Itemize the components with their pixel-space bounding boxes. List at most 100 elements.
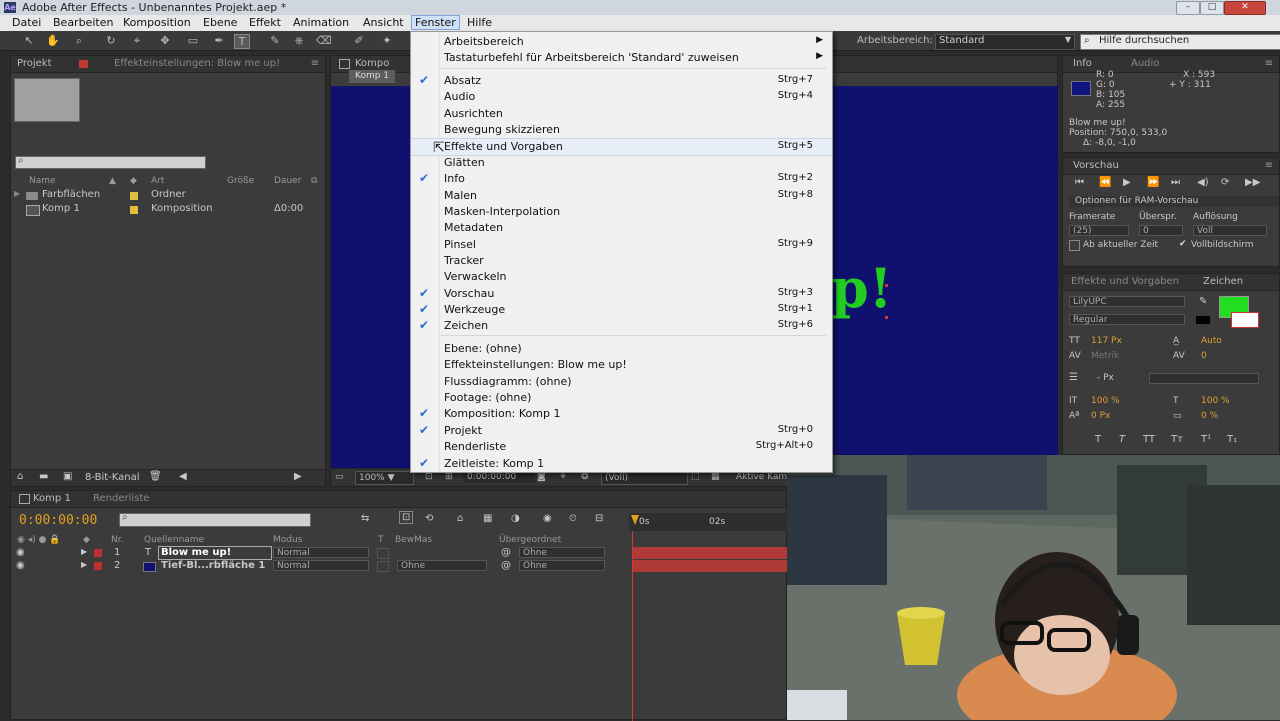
menu-item[interactable]: Flussdiagramm: (ohne) [411, 374, 832, 390]
zoom-select[interactable]: 100% ▼ [355, 471, 414, 485]
rotate-tool-icon[interactable]: ↻ [104, 34, 118, 47]
selection-tool-icon[interactable]: ↖ [22, 34, 36, 47]
sort-icon[interactable]: ▲ [109, 176, 116, 186]
expand-triangle-icon[interactable]: ▶ [81, 547, 87, 556]
menu-item[interactable]: Footage: (ohne) [411, 390, 832, 406]
menu-item[interactable]: Audio Strg+4 [411, 89, 832, 105]
preserve-transparency-checkbox[interactable] [377, 548, 389, 559]
col-type[interactable]: Art [151, 176, 164, 186]
superscript-button[interactable]: T¹ [1201, 434, 1211, 445]
tab-render-queue[interactable]: Renderliste [93, 493, 149, 504]
hide-shy-layers-icon[interactable]: ⌂ [457, 513, 463, 524]
motion-blur-icon[interactable]: ◑ [511, 513, 520, 524]
frame-blending-icon[interactable]: ▦ [483, 513, 492, 524]
resolution-preview-select[interactable]: Voll [1193, 225, 1267, 236]
kerning-value[interactable]: Metrik [1091, 351, 1119, 361]
audio-icon[interactable]: ◀) [1197, 177, 1209, 188]
framerate-select[interactable]: (25) [1069, 225, 1129, 236]
menu-item[interactable]: ✔ Absatz Strg+7 [411, 73, 832, 89]
live-update-icon[interactable]: ⊡ [399, 511, 414, 524]
comp-sub-tab[interactable]: Komp 1 [349, 70, 396, 83]
menu-effekt[interactable]: Effekt [249, 16, 281, 29]
horizontal-scale-value[interactable]: 100 % [1201, 396, 1230, 406]
timeline-search-input[interactable]: ⌕ [119, 512, 311, 527]
menu-datei[interactable]: Datei [12, 16, 41, 29]
zoom-tool-icon[interactable]: ⌕ [72, 34, 86, 47]
font-family-select[interactable]: LilyUPC [1069, 296, 1185, 307]
play-icon[interactable]: ▶ [1123, 177, 1131, 188]
menu-fenster[interactable]: Fenster [411, 15, 460, 30]
pen-tool-icon[interactable]: ✒ [212, 34, 226, 47]
panel-menu-icon[interactable]: ≡ [1265, 160, 1273, 171]
always-preview-icon[interactable]: ▭ [335, 471, 344, 483]
panel-menu-icon[interactable]: ≡ [1265, 58, 1273, 69]
tab-effect-controls[interactable]: Effekteinstellungen: Blow me up! [114, 58, 280, 69]
fullscreen-checkbox[interactable]: ✔ [1179, 239, 1187, 249]
layer-name[interactable]: Tief-Bl...rbfläche 1 [161, 560, 265, 571]
list-item[interactable]: ▶ Farbflächen Ordner [11, 189, 325, 203]
lock-icon[interactable] [339, 59, 350, 69]
comp-mini-flowchart-icon[interactable]: ⇆ [361, 513, 369, 524]
menu-komposition[interactable]: Komposition [123, 16, 191, 29]
label-color-swatch[interactable] [130, 206, 138, 214]
col-size[interactable]: Größe [227, 176, 254, 186]
trash-icon[interactable]: 🗑 [149, 471, 162, 482]
tab-timeline-comp[interactable]: Komp 1 [33, 493, 71, 504]
layer-mode-select[interactable]: Normal [273, 547, 369, 558]
col-layer-number[interactable]: Nr. [111, 535, 123, 545]
stroke-color-swatch[interactable] [1231, 312, 1259, 328]
preserve-transparency-checkbox[interactable] [377, 561, 389, 572]
label-column-icon[interactable]: ◆ [130, 176, 137, 186]
menu-item[interactable]: ✔ Vorschau Strg+3 [411, 286, 832, 302]
menu-item[interactable]: ✔ Werkzeuge Strg+1 [411, 302, 832, 318]
table-row[interactable]: ◉ ▶ 1 T Blow me up! Normal @ Ohne [11, 546, 629, 560]
menu-item[interactable]: Metadaten [411, 220, 832, 236]
font-size-value[interactable]: 117 Px [1091, 336, 1122, 346]
label-color-swatch[interactable] [130, 192, 138, 200]
new-comp-icon[interactable]: ▣ [63, 471, 72, 482]
menu-ebene[interactable]: Ebene [203, 16, 237, 29]
vertical-scale-value[interactable]: 100 % [1091, 396, 1120, 406]
menu-item[interactable]: Effekteinstellungen: Blow me up! [411, 357, 832, 373]
faux-bold-button[interactable]: T [1095, 434, 1101, 445]
last-frame-icon[interactable]: ⏭ [1171, 177, 1180, 188]
table-row[interactable]: ◉ ▶ 2 Tief-Bl...rbfläche 1 Normal Ohne @… [11, 560, 629, 573]
tab-audio[interactable]: Audio [1131, 58, 1159, 69]
from-current-checkbox[interactable] [1069, 240, 1080, 251]
panel-menu-icon[interactable]: ≡ [311, 58, 319, 69]
menu-item[interactable]: Bewegung skizzieren [411, 122, 832, 138]
clone-stamp-tool-icon[interactable]: ⎈ [292, 34, 306, 47]
scroll-right-icon[interactable]: ▶ [294, 471, 302, 482]
first-frame-icon[interactable]: ⏮ [1075, 177, 1084, 188]
brainstorm-icon[interactable]: ◉ [543, 513, 552, 524]
col-name[interactable]: Name [29, 176, 56, 186]
menu-item[interactable]: ✔ Info Strg+2 [411, 171, 832, 187]
project-search-input[interactable]: ⌕ [15, 155, 206, 169]
stroke-width-value[interactable]: - Px [1097, 373, 1114, 383]
brush-tool-icon[interactable]: ✎ [268, 34, 282, 47]
playhead-icon[interactable] [631, 515, 639, 525]
baseline-value[interactable]: 0 Px [1091, 411, 1110, 421]
menu-item[interactable]: Ebene: (ohne) [411, 341, 832, 357]
menu-item[interactable]: Malen Strg+8 [411, 188, 832, 204]
col-mode[interactable]: Modus [273, 535, 302, 545]
faux-italic-button[interactable]: T [1119, 434, 1125, 445]
stroke-style-select[interactable] [1149, 373, 1259, 384]
menu-item[interactable]: ✔ Zeichen Strg+6 [411, 318, 832, 334]
font-style-select[interactable]: Regular [1069, 314, 1185, 325]
layer-name[interactable]: Blow me up! [158, 546, 272, 560]
layer-parent-select[interactable]: Ohne [519, 547, 605, 558]
rectangle-tool-icon[interactable]: ▭ [186, 34, 200, 47]
menu-item[interactable]: ✔ Projekt Strg+0 [411, 423, 832, 439]
menu-animation[interactable]: Animation [293, 16, 349, 29]
maximize-icon[interactable]: □ [1200, 1, 1224, 15]
tab-composition[interactable]: Kompo [355, 58, 389, 69]
expand-triangle-icon[interactable]: ▶ [81, 560, 87, 569]
loop-icon[interactable]: ⟳ [1221, 177, 1229, 188]
pickwhip-icon[interactable]: @ [501, 547, 511, 558]
menu-item[interactable]: ✔ Komposition: Komp 1 [411, 406, 832, 422]
tsume-value[interactable]: 0 % [1201, 411, 1218, 421]
menu-item[interactable]: Effekte und Vorgaben Strg+5 [411, 138, 832, 156]
flowchart-icon[interactable]: ⧉ [311, 176, 317, 186]
menu-item[interactable]: Tastaturbefehl für Arbeitsbereich 'Stand… [411, 50, 832, 66]
